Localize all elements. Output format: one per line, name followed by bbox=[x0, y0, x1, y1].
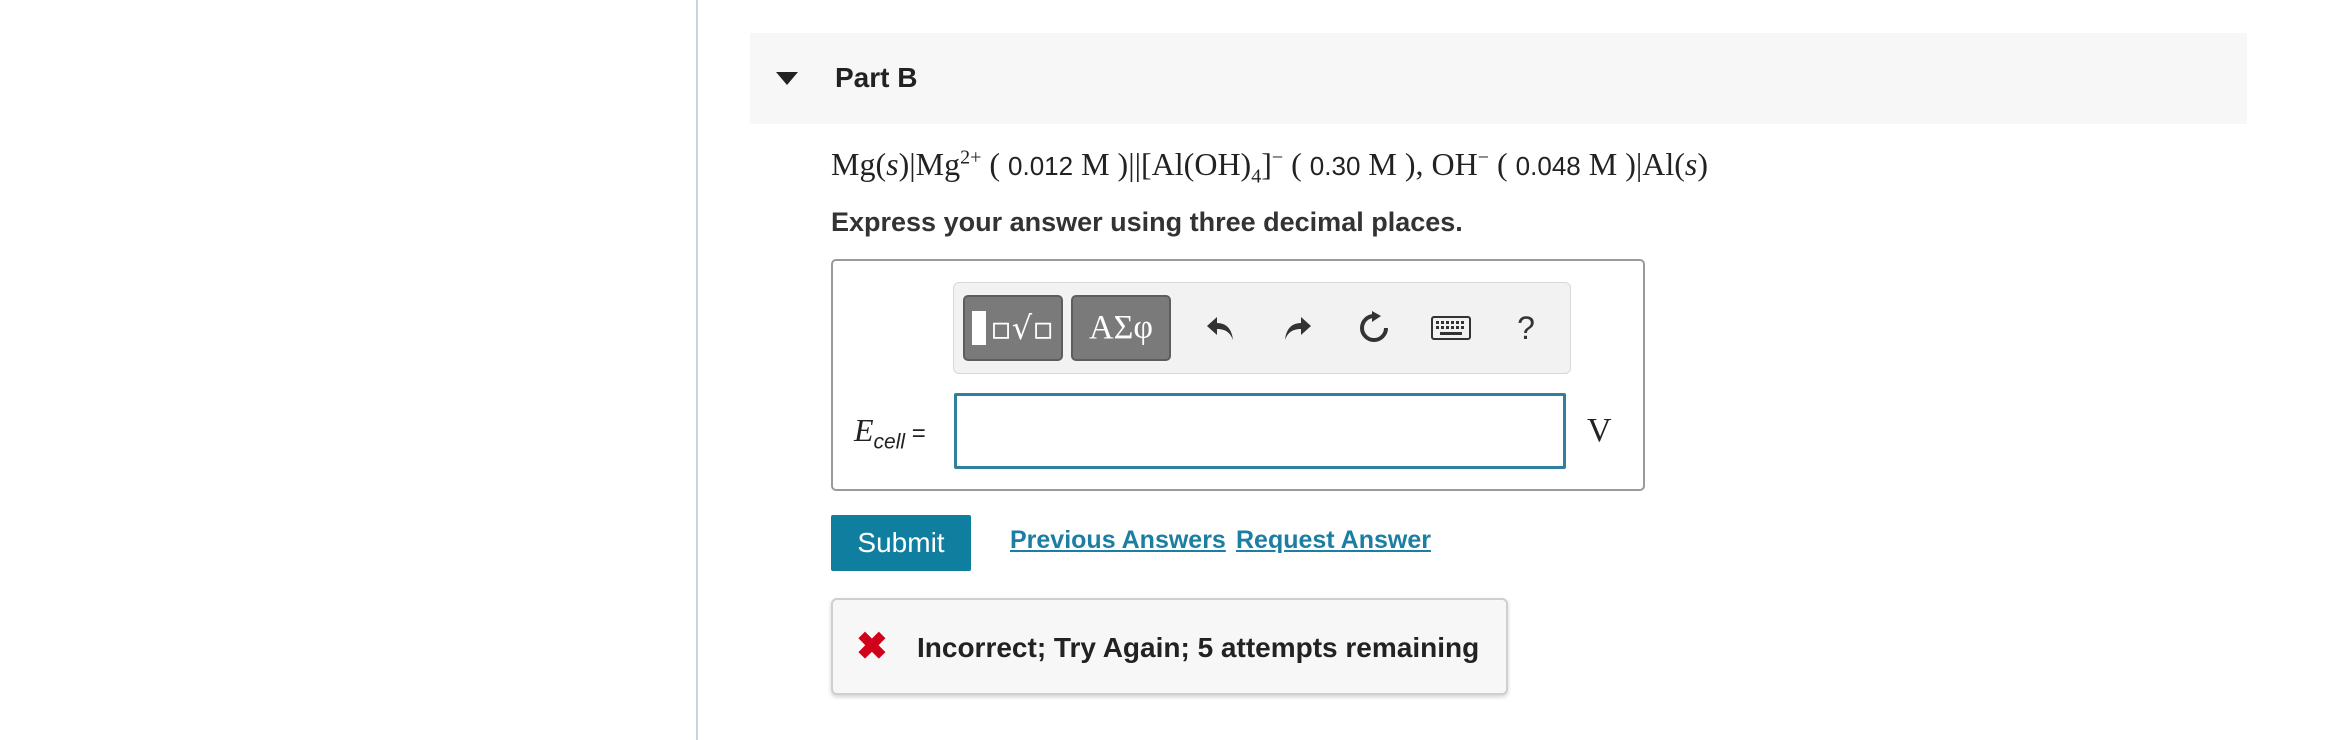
reset-icon[interactable] bbox=[1352, 305, 1396, 351]
help-button[interactable]: ? bbox=[1504, 305, 1548, 351]
keyboard-icon[interactable] bbox=[1428, 305, 1474, 351]
feedback-message: Incorrect; Try Again; 5 attempts remaini… bbox=[917, 632, 1480, 663]
undo-icon[interactable] bbox=[1198, 305, 1242, 351]
left-divider bbox=[696, 0, 698, 740]
ecell-answer-input[interactable] bbox=[954, 393, 1566, 469]
part-title: Part B bbox=[835, 62, 918, 93]
answer-instruction: Express your answer using three decimal … bbox=[831, 207, 1463, 237]
submit-button[interactable]: Submit bbox=[831, 515, 971, 571]
part-header[interactable] bbox=[750, 33, 2247, 124]
previous-answers-link[interactable]: Previous Answers bbox=[1010, 526, 1226, 555]
collapse-caret-icon[interactable] bbox=[776, 72, 798, 85]
request-answer-link[interactable]: Request Answer bbox=[1236, 526, 1431, 555]
redo-icon[interactable] bbox=[1276, 305, 1320, 351]
unit-label: V bbox=[1587, 412, 1612, 449]
ecell-label: Ecell = bbox=[854, 412, 926, 454]
cell-notation-equation: Mg(s)|Mg2+ ( 0.012 M )||[Al(OH)4]− ( 0.3… bbox=[831, 146, 1709, 188]
math-templates-button[interactable]: ▫√▫ bbox=[963, 295, 1063, 361]
templates-icon: ▫√▫ bbox=[972, 309, 1054, 347]
greek-symbols-button[interactable]: ΑΣφ bbox=[1071, 295, 1171, 361]
incorrect-x-icon: ✖ bbox=[856, 626, 888, 668]
